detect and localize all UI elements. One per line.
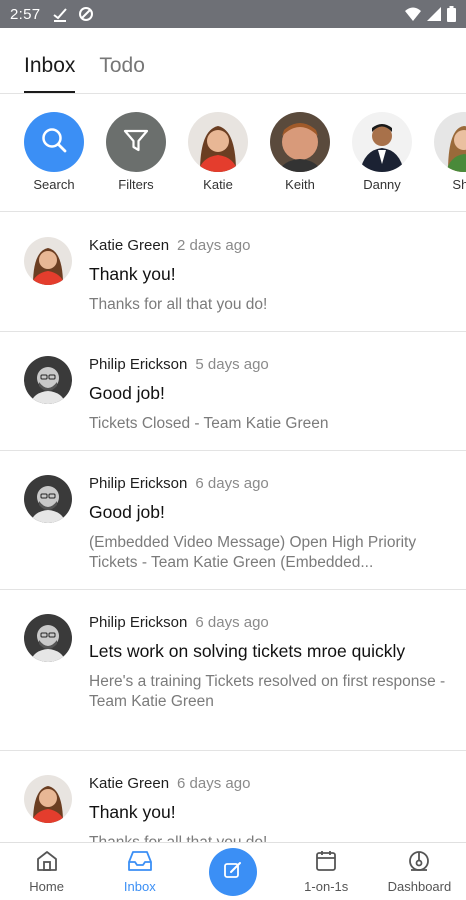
home-icon (35, 849, 59, 876)
message-sender: Katie Green (89, 775, 170, 792)
compose-icon (223, 860, 243, 883)
message-body: Philip Erickson 6 days ago Good job! (Em… (89, 475, 446, 571)
message-item[interactable]: Philip Erickson 6 days ago Lets work on … (0, 590, 466, 751)
top-tabs: Inbox Todo (0, 28, 466, 94)
message-body: Katie Green 6 days ago Thank you! Thanks… (89, 775, 446, 842)
avatar (434, 112, 466, 172)
person-chip-danny[interactable]: Danny (341, 112, 423, 192)
person-chip-label: Danny (363, 177, 401, 192)
message-title: Good job! (89, 502, 165, 522)
message-sender: Philip Erickson (89, 614, 188, 631)
search-chip[interactable]: Search (13, 112, 95, 192)
message-preview: (Embedded Video Message) Open High Prior… (89, 534, 417, 571)
search-chip-circle (24, 112, 84, 172)
message-item[interactable]: Philip Erickson 6 days ago Good job! (Em… (0, 451, 466, 590)
message-item[interactable]: Katie Green 6 days ago Thank you! Thanks… (0, 751, 466, 842)
inbox-icon (127, 849, 153, 876)
nav-dashboard-label: Dashboard (387, 879, 452, 894)
nav-inbox[interactable]: Inbox (93, 843, 186, 900)
search-chip-label: Search (33, 177, 75, 192)
check-download-icon (52, 6, 68, 22)
message-title: Lets work on solving tickets mroe quickl… (89, 641, 406, 661)
message-header: Philip Erickson 6 days ago (89, 614, 446, 631)
person-chip-katie[interactable]: Katie (177, 112, 259, 192)
message-sender: Katie Green (89, 237, 170, 254)
message-time: 6 days ago (195, 614, 269, 631)
message-title: Thank you! (89, 802, 176, 822)
filter-icon (122, 126, 150, 159)
message-preview: Tickets Closed - Team Katie Green (89, 415, 329, 432)
avatar (270, 112, 330, 172)
data-saver-icon (78, 6, 94, 22)
message-header: Katie Green 6 days ago (89, 775, 446, 792)
person-chip-label: Katie (203, 177, 233, 192)
message-header: Katie Green 2 days ago (89, 237, 446, 254)
avatar (352, 112, 412, 172)
message-preview: Thanks for all that you do! (89, 296, 268, 313)
message-body: Philip Erickson 5 days ago Good job! Tic… (89, 356, 446, 432)
message-body: Katie Green 2 days ago Thank you! Thanks… (89, 237, 446, 313)
person-chip-partial[interactable]: She (423, 112, 466, 192)
filters-chip-label: Filters (118, 177, 154, 192)
tab-inbox[interactable]: Inbox (24, 54, 76, 93)
nav-dashboard[interactable]: Dashboard (373, 843, 466, 900)
search-icon (40, 126, 68, 159)
message-header: Philip Erickson 6 days ago (89, 475, 446, 492)
bottom-nav: Home Inbox 1-on-1s Dashboard (0, 842, 466, 900)
avatar (24, 237, 72, 285)
person-chip-label: She (452, 177, 466, 192)
status-time: 2:57 (10, 5, 41, 23)
message-title: Thank you! (89, 264, 176, 284)
message-time: 6 days ago (195, 475, 269, 492)
nav-1on1s[interactable]: 1-on-1s (280, 843, 373, 900)
app-root: 2:57 Inbox Todo Search Filters Katie Kei… (0, 0, 466, 900)
nav-1on1s-label: 1-on-1s (304, 879, 349, 894)
message-body: Philip Erickson 6 days ago Lets work on … (89, 614, 446, 732)
status-left-icons (52, 6, 94, 22)
nav-home-label: Home (29, 879, 64, 894)
tab-todo[interactable]: Todo (99, 54, 145, 93)
message-item[interactable]: Katie Green 2 days ago Thank you! Thanks… (0, 213, 466, 332)
avatar (24, 775, 72, 823)
filter-row: Search Filters Katie Keith Danny S (0, 94, 466, 212)
avatar (24, 356, 72, 404)
message-time: 5 days ago (195, 356, 269, 373)
person-chip-keith[interactable]: Keith (259, 112, 341, 192)
message-preview: Here's a training Tickets resolved on fi… (89, 673, 446, 710)
avatar (24, 475, 72, 523)
calendar-icon (314, 849, 338, 876)
avatar (24, 614, 72, 662)
status-bar: 2:57 (0, 0, 466, 28)
message-title: Good job! (89, 383, 165, 403)
message-preview: Thanks for all that you do! (89, 833, 446, 842)
message-list: Katie Green 2 days ago Thank you! Thanks… (0, 213, 466, 842)
message-sender: Philip Erickson (89, 356, 188, 373)
status-right-icons (405, 6, 456, 22)
nav-inbox-label: Inbox (123, 879, 156, 894)
dashboard-icon (407, 849, 431, 876)
filters-chip-circle (106, 112, 166, 172)
nav-home[interactable]: Home (0, 843, 93, 900)
message-time: 2 days ago (177, 237, 251, 254)
message-header: Philip Erickson 5 days ago (89, 356, 446, 373)
filters-chip[interactable]: Filters (95, 112, 177, 192)
compose-button[interactable] (186, 843, 279, 900)
compose-button-circle (209, 847, 257, 896)
message-time: 6 days ago (177, 775, 251, 792)
message-sender: Philip Erickson (89, 475, 188, 492)
wifi-icon (405, 7, 421, 21)
signal-icon (427, 7, 441, 21)
person-chip-label: Keith (285, 177, 315, 192)
message-item[interactable]: Philip Erickson 5 days ago Good job! Tic… (0, 332, 466, 451)
battery-icon (447, 6, 456, 22)
avatar (188, 112, 248, 172)
